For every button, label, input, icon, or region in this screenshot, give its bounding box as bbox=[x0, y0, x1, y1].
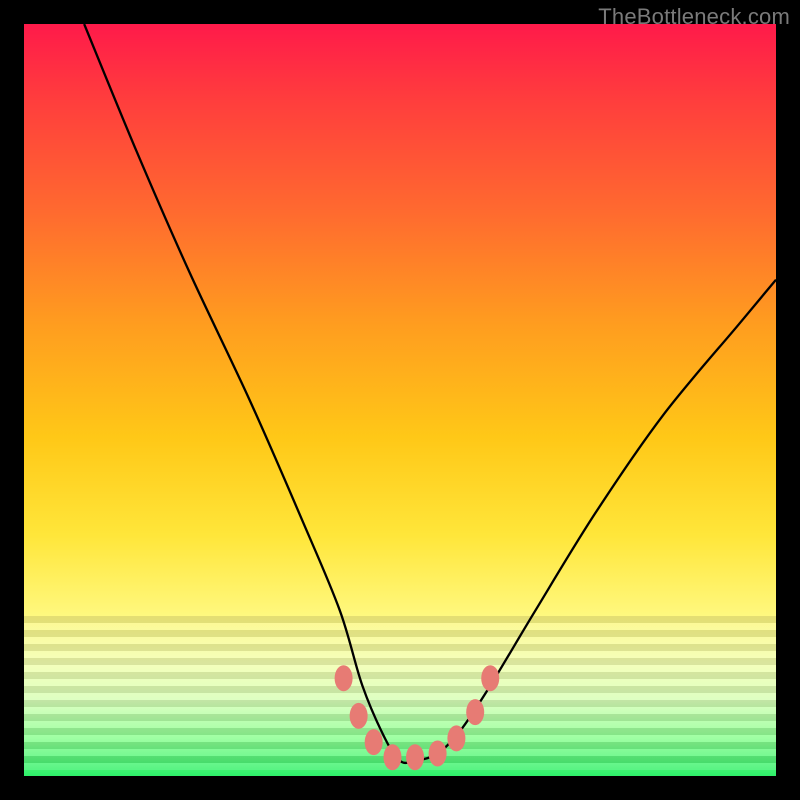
curve-marker bbox=[466, 699, 484, 725]
marker-group bbox=[335, 665, 500, 770]
curve-marker bbox=[365, 729, 383, 755]
chart-frame: TheBottleneck.com bbox=[0, 0, 800, 800]
curve-line bbox=[84, 24, 776, 763]
curve-svg bbox=[24, 24, 776, 776]
curve-marker bbox=[335, 665, 353, 691]
bottleneck-curve bbox=[84, 24, 776, 763]
curve-marker bbox=[383, 744, 401, 770]
watermark-text: TheBottleneck.com bbox=[598, 4, 790, 30]
curve-marker bbox=[429, 740, 447, 766]
curve-marker bbox=[481, 665, 499, 691]
curve-marker bbox=[447, 725, 465, 751]
curve-marker bbox=[406, 744, 424, 770]
plot-area bbox=[24, 24, 776, 776]
curve-marker bbox=[350, 703, 368, 729]
